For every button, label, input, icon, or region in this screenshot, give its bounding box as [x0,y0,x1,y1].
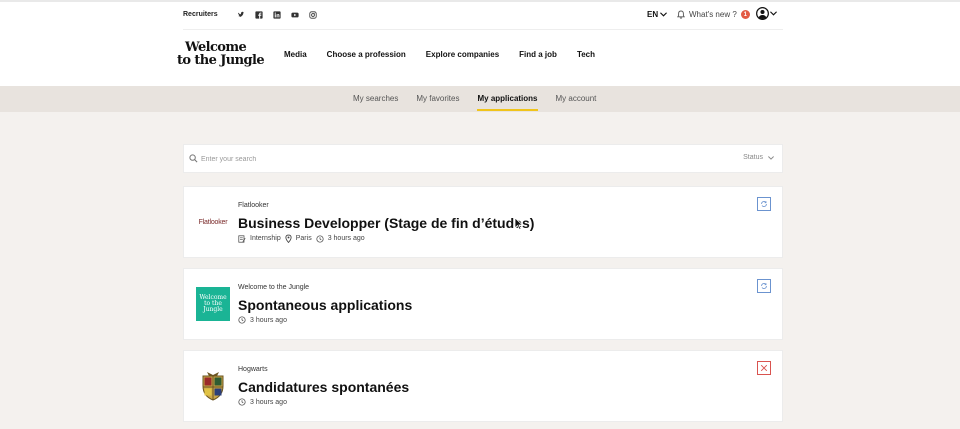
job-meta: Internship Paris 3 hours ago [238,234,365,243]
company-name: Welcome to the Jungle [238,284,310,291]
tab-my-favorites[interactable]: My favorites [416,94,459,103]
bell-icon [677,10,685,19]
search-icon [189,154,198,163]
linkedin-icon[interactable] [273,11,281,19]
facebook-icon[interactable] [255,11,263,19]
status-filter-dropdown[interactable]: Status [743,154,774,161]
top-header: Recruiters EN What's new ? 1 Welcome to … [0,0,960,86]
company-name: Flatlooker [238,202,269,209]
job-title[interactable]: Spontaneous applications [238,297,412,313]
clock-icon [238,316,246,324]
rejected-status-icon[interactable] [757,361,771,375]
top-border [0,0,960,2]
chevron-down-icon [768,155,774,160]
company-name: Hogwarts [238,366,268,373]
chevron-down-icon [660,12,668,17]
user-avatar-icon [756,7,769,20]
applied-time: 3 hours ago [327,235,365,242]
location-pin-icon [285,234,292,243]
applied-time: 3 hours ago [250,398,287,406]
whats-new-button[interactable]: What's new ? 1 [677,10,750,19]
main-navigation: Media Choose a profession Explore compan… [284,50,595,59]
utility-divider [183,29,783,30]
job-title[interactable]: Candidatures spontanées [238,379,409,395]
contract-icon [238,234,246,243]
site-logo[interactable]: Welcome to the Jungle [177,41,265,68]
instagram-icon[interactable] [309,11,317,19]
nav-item-find-job[interactable]: Find a job [519,50,557,59]
language-label: EN [647,10,659,19]
job-meta: 3 hours ago [238,316,287,324]
hogwarts-crest-icon [202,372,224,401]
language-selector[interactable]: EN [647,10,668,19]
contract-type: Internship [250,235,281,242]
clock-icon [316,234,324,243]
whats-new-label: What's new ? [689,10,737,19]
youtube-icon[interactable] [291,11,299,19]
logo-line-2: to the Jungle [177,53,265,68]
subnav-tabs: My searches My favorites My applications… [353,94,597,111]
status-filter-label: Status [743,154,763,161]
mouse-cursor-icon [514,217,523,230]
recruiters-link[interactable]: Recruiters [183,11,218,18]
clock-icon [238,398,246,406]
company-logo: Flatlooker [196,205,230,239]
application-card[interactable]: Flatlooker Flatlooker Business Developpe… [183,186,783,258]
tab-my-searches[interactable]: My searches [353,94,398,103]
applied-time: 3 hours ago [250,316,287,324]
application-search-bar: Status [183,144,783,173]
company-logo: Welcome to the Jungle [196,287,230,321]
chevron-down-icon [770,11,777,16]
nav-item-explore-companies[interactable]: Explore companies [426,50,499,59]
application-card[interactable]: Welcome to the Jungle Welcome to the Jun… [183,268,783,340]
tab-my-account[interactable]: My account [556,94,597,103]
company-logo [196,369,230,403]
pending-status-icon[interactable] [757,279,771,293]
account-menu[interactable] [756,7,777,20]
company-logo-text: Welcome to the Jungle [199,294,227,313]
pending-status-icon[interactable] [757,197,771,211]
utility-bar: Recruiters EN What's new ? 1 [183,7,783,28]
company-logo-text: Flatlooker [198,218,228,226]
application-card[interactable]: Hogwarts Candidatures spontanées 3 hours… [183,350,783,422]
job-location: Paris [295,235,312,242]
nav-item-tech[interactable]: Tech [577,50,595,59]
social-links [237,11,317,19]
search-input[interactable] [201,152,601,166]
job-title[interactable]: Business Developper (Stage de fin d’étud… [238,215,534,231]
tab-my-applications[interactable]: My applications [477,94,538,111]
nav-item-media[interactable]: Media [284,50,307,59]
job-meta: 3 hours ago [238,398,287,406]
nav-item-choose-profession[interactable]: Choose a profession [327,50,406,59]
twitter-icon[interactable] [237,11,245,19]
account-subnav: My searches My favorites My applications… [0,86,960,112]
notification-badge: 1 [740,10,750,19]
